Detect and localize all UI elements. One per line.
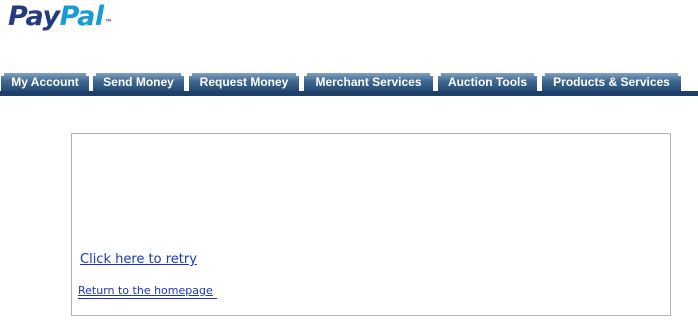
nav-underline-bar bbox=[0, 91, 698, 96]
tab-products-services[interactable]: Products & Services bbox=[542, 73, 681, 91]
paypal-logo[interactable]: PayPal™ bbox=[8, 0, 113, 34]
logo-text-pal: Pal bbox=[59, 1, 105, 32]
tab-send-money[interactable]: Send Money bbox=[93, 73, 184, 91]
retry-link[interactable]: Click here to retry bbox=[80, 252, 197, 267]
logo-trademark: ™ bbox=[104, 18, 113, 27]
content-panel: Click here to retry Return to the homepa… bbox=[71, 133, 671, 316]
tab-my-account[interactable]: My Account bbox=[1, 73, 89, 91]
tab-merchant-services[interactable]: Merchant Services bbox=[304, 73, 433, 91]
homepage-link-underline bbox=[78, 298, 217, 299]
logo-text-pay: Pay bbox=[8, 1, 60, 32]
tab-auction-tools[interactable]: Auction Tools bbox=[438, 73, 537, 91]
homepage-link[interactable]: Return to the homepage bbox=[78, 284, 213, 297]
tab-request-money[interactable]: Request Money bbox=[189, 73, 299, 91]
